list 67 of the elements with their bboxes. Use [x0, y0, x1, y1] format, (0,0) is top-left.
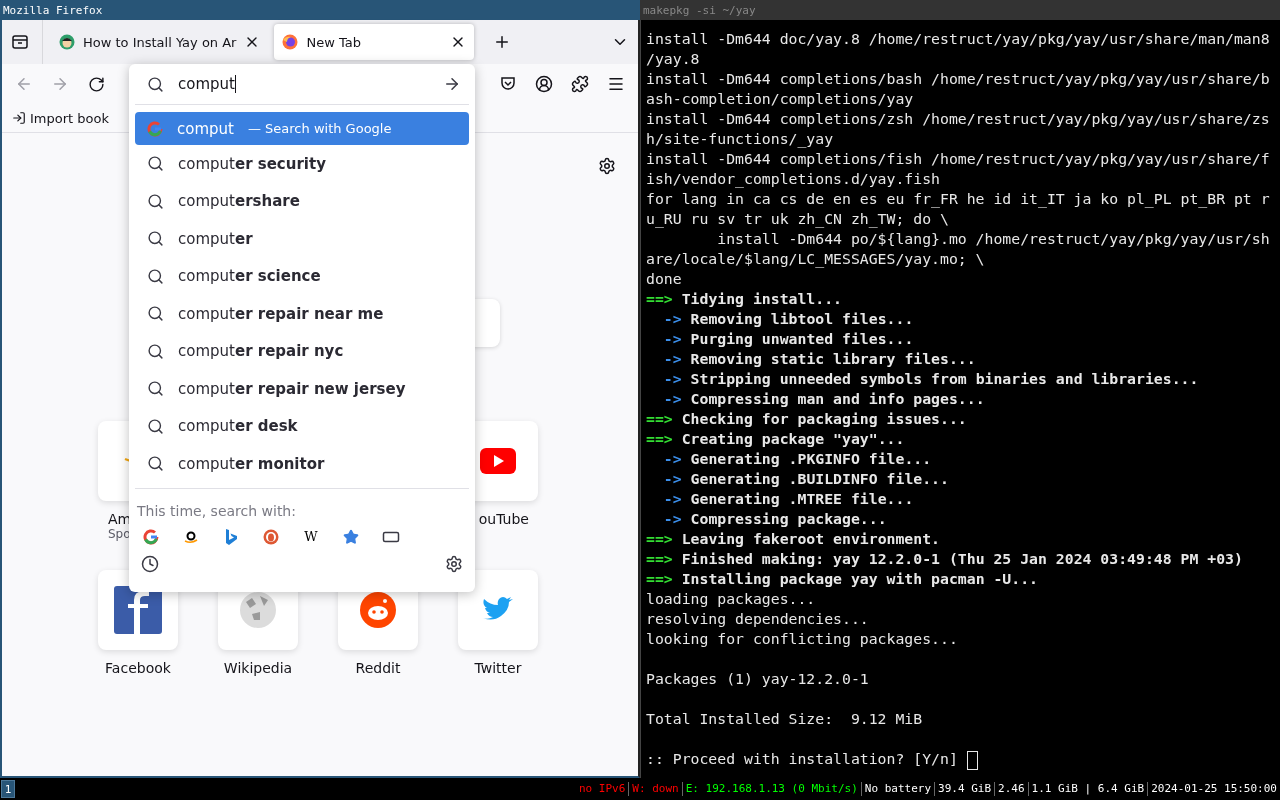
- search-suggestion[interactable]: computer repair nyc: [135, 332, 469, 370]
- wikipedia-icon[interactable]: W: [304, 529, 318, 544]
- site-label: Twitter: [474, 660, 522, 676]
- terminal-line: -> Compressing package...: [662, 510, 887, 527]
- status-item: E: 192.168.1.13 (0 Mbit/s): [681, 782, 861, 796]
- terminal-line: -> Generating .MTREE file...: [662, 490, 914, 507]
- status-item: No battery: [860, 782, 935, 796]
- terminal-line: loading packages...: [646, 590, 816, 607]
- terminal-line: ==> Leaving fakeroot environment.: [646, 530, 940, 547]
- terminal-line: :: Proceed with installation? [Y/n]: [646, 750, 958, 767]
- terminal-line: Total Installed Size: 9.12 MiB: [646, 710, 923, 727]
- status-item: 39.4 GiB: [934, 782, 995, 796]
- terminal-line: ==> Installing package yay with pacman -U...: [646, 570, 1038, 587]
- terminal-line: are/locale/$lang/LC_MESSAGES/yay.mo; \: [646, 250, 985, 267]
- workspace-button[interactable]: 1: [1, 780, 15, 798]
- status-item: 2024-01-25 15:50:00: [1147, 782, 1280, 796]
- browser-tab[interactable]: New Tab: [274, 24, 475, 60]
- terminal-line: resolving dependencies...: [646, 610, 869, 627]
- terminal-line: -> Removing static library files...: [662, 350, 976, 367]
- terminal-line: -> Stripping unneeded symbols from binaries and libraries...: [662, 370, 1199, 387]
- search-suggestion[interactable]: computer science: [135, 257, 469, 295]
- status-item: 1.1 GiB | 6.4 GiB: [1027, 782, 1148, 796]
- status-item: no IPv6: [577, 782, 627, 796]
- terminal-line: for lang in ca cs de en es eu fr_FR he id it_IT ja ko pl_PL pt_BR pt r: [646, 190, 1270, 207]
- site-label: Reddit: [355, 660, 401, 676]
- terminal-line: -> Removing libtool files...: [662, 310, 914, 327]
- search-suggestion[interactable]: computer security: [135, 145, 469, 183]
- terminal-line: ==> Tidying install...: [646, 290, 842, 307]
- terminal-line: install -Dm644 completions/fish /home/restruct/yay/pkg/yay/usr/share/f: [646, 150, 1270, 167]
- terminal-line: done: [646, 270, 682, 287]
- terminal-line: h/site-functions/_yay: [646, 130, 834, 147]
- terminal-line: -> Compressing man and info pages...: [662, 390, 985, 407]
- terminal-line: -> Generating .PKGINFO file...: [662, 450, 932, 467]
- terminal-line: looking for conflicting packages...: [646, 630, 958, 647]
- site-label: ouTube: [478, 511, 529, 527]
- terminal-line: ==> Checking for packaging issues...: [646, 410, 967, 427]
- status-item: W: down: [628, 782, 682, 796]
- status-item: 2.46: [994, 782, 1028, 796]
- window-title: makepkg -si ~/yay: [640, 0, 1280, 20]
- search-suggestion[interactable]: computer: [135, 220, 469, 258]
- search-suggestion[interactable]: computer repair near me: [135, 295, 469, 333]
- terminal-line: ==> Finished making: yay 12.2.0-1 (Thu 25 Jan 2024 03:49:48 PM +03): [646, 550, 1243, 567]
- site-label: Facebook: [105, 660, 171, 676]
- terminal-line: ==> Creating package "yay"...: [646, 430, 905, 447]
- search-suggestion[interactable]: computer monitor: [135, 445, 469, 483]
- site-label: Wikipedia: [223, 660, 293, 676]
- terminal-line: /yay.8: [646, 50, 700, 67]
- search-suggestion[interactable]: comput — Search with Google: [135, 112, 469, 145]
- terminal-line: Packages (1) yay-12.2.0-1: [646, 670, 869, 687]
- search-suggestion[interactable]: computer desk: [135, 407, 469, 445]
- terminal-line: u_RU ru sv tr uk zh_CN zh_TW; do \: [646, 210, 949, 227]
- search-with-label: This time, search with:: [136, 501, 297, 519]
- window-title: Mozilla Firefox: [0, 0, 640, 20]
- terminal-line: install -Dm644 po/${lang}.mo /home/restruct/yay/pkg/yay/usr/sh: [716, 230, 1270, 247]
- terminal-line: ish/vendor_completions.d/yay.fish: [646, 170, 940, 187]
- terminal-line: install -Dm644 doc/yay.8 /home/restruct/yay/pkg/yay/usr/share/man/man8: [646, 30, 1270, 47]
- terminal-line: ash-completion/completions/yay: [646, 90, 914, 107]
- address-field[interactable]: comput: [178, 75, 429, 93]
- terminal-line: -> Purging unwanted files...: [662, 330, 914, 347]
- import-bookmarks-link[interactable]: Import book: [12, 110, 109, 126]
- search-suggestion[interactable]: computershare: [135, 182, 469, 220]
- terminal-line: install -Dm644 completions/zsh /home/restruct/yay/pkg/yay/usr/share/zs: [646, 110, 1270, 127]
- browser-tab[interactable]: How to Install Yay on Ar: [51, 24, 269, 60]
- terminal-line: -> Generating .BUILDINFO file...: [662, 470, 949, 487]
- terminal-line: install -Dm644 completions/bash /home/restruct/yay/pkg/yay/usr/share/b: [646, 70, 1270, 87]
- search-suggestion[interactable]: computer repair new jersey: [135, 370, 469, 408]
- sponsored-label: Spo: [108, 527, 131, 541]
